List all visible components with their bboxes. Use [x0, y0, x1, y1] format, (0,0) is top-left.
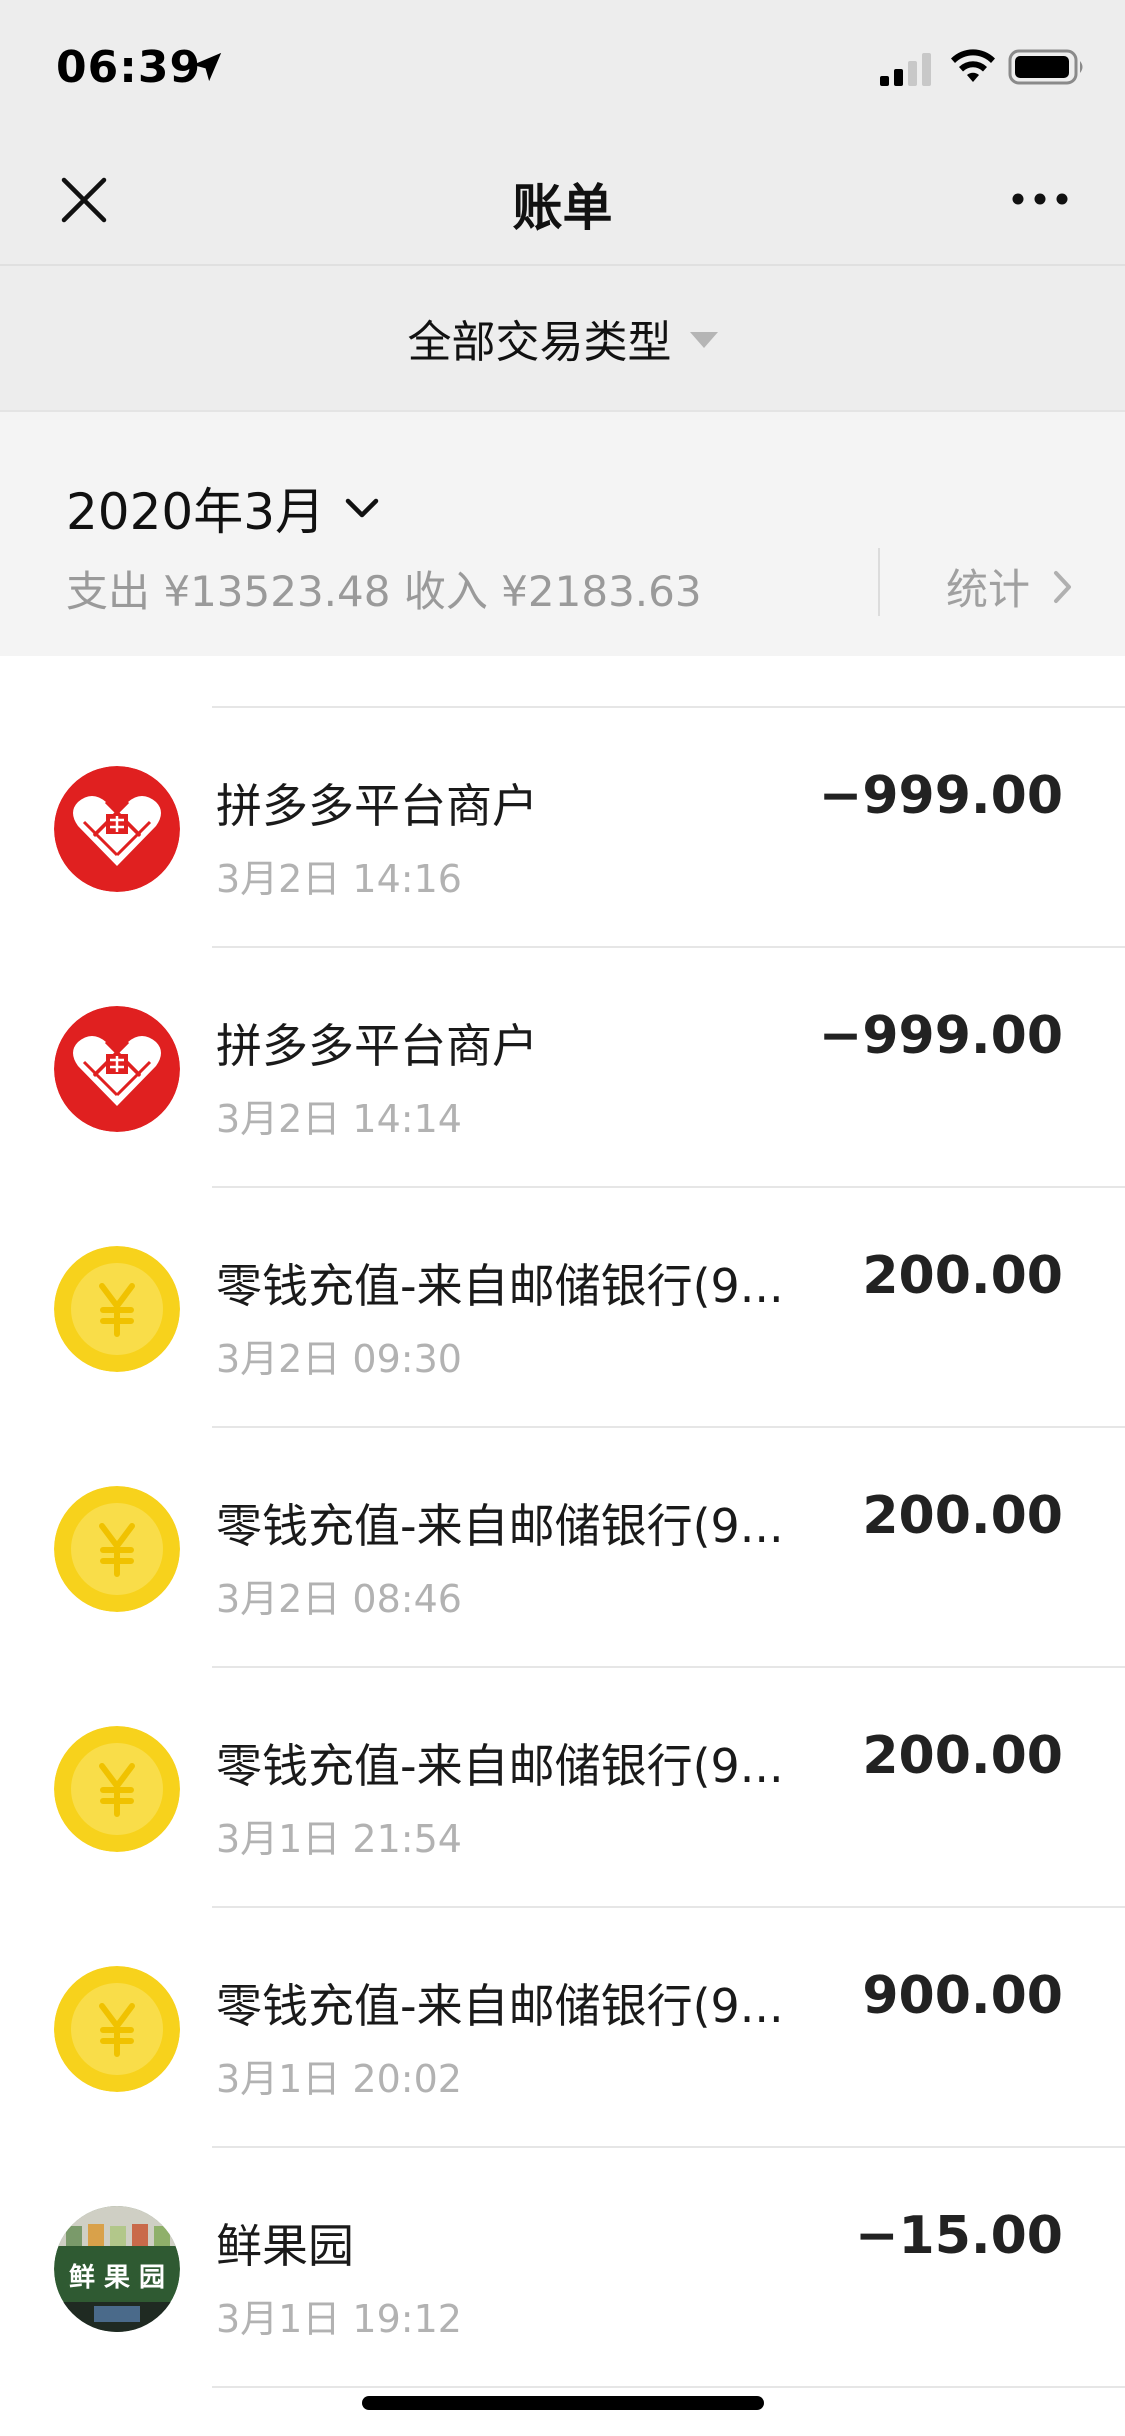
transaction-type-filter[interactable]: 全部交易类型	[0, 264, 1125, 412]
home-indicator[interactable]	[362, 2396, 764, 2410]
transaction-amount: 900.00	[862, 1966, 1063, 2026]
statistics-link[interactable]: 统计	[946, 556, 1072, 617]
transaction-row[interactable]: 零钱充值-来自邮储银行(9... 3月2日 09:30 200.00	[0, 1188, 1125, 1428]
transaction-title: 零钱充值-来自邮储银行(9...	[216, 1259, 784, 1313]
transaction-time: 3月2日 14:16	[216, 857, 462, 901]
transaction-row[interactable]: 拼多多平台商户 3月2日 14:16 −999.00	[0, 708, 1125, 948]
transaction-title: 零钱充值-来自邮储银行(9...	[216, 1499, 784, 1553]
transaction-time: 3月1日 21:54	[216, 1817, 462, 1861]
location-arrow-icon	[192, 52, 222, 82]
transaction-time: 3月1日 19:12	[216, 2297, 462, 2341]
chevron-down-icon	[345, 498, 379, 518]
transaction-amount: 200.00	[862, 1486, 1063, 1546]
transaction-row[interactable]: 鲜 果 园 鲜果园 3月1日 19:12 −15.00	[0, 2148, 1125, 2388]
caret-down-icon	[689, 332, 718, 348]
yuan-coin-icon	[54, 1486, 180, 1612]
transaction-title: 零钱充值-来自邮储银行(9...	[216, 1739, 784, 1793]
transaction-amount: −15.00	[854, 2206, 1063, 2266]
transaction-amount: 200.00	[862, 1726, 1063, 1786]
pinduoduo-logo-icon	[54, 1006, 180, 1132]
transaction-time: 3月2日 08:46	[216, 1577, 462, 1621]
month-selector[interactable]: 2020年3月	[66, 472, 379, 544]
bill-screen: 06:39 账单 全部交易类型 2020年3月 支出 ¥13523.48 收入 …	[0, 0, 1125, 2436]
status-bar: 06:39	[0, 0, 1125, 132]
transaction-time: 3月2日 09:30	[216, 1337, 462, 1381]
divider	[878, 548, 880, 616]
expense-income-summary: 支出 ¥13523.48 收入 ¥2183.63	[66, 567, 702, 616]
store-avatar-icon: 鲜 果 园	[54, 2206, 180, 2332]
transaction-row[interactable]: 拼多多平台商户 3月2日 14:14 −999.00	[0, 948, 1125, 1188]
transaction-time: 3月1日 20:02	[216, 2057, 462, 2101]
month-label: 2020年3月	[66, 483, 326, 541]
transaction-title: 零钱充值-来自邮储银行(9...	[216, 1979, 784, 2033]
transaction-row[interactable]: 零钱充值-来自邮储银行(9... 3月1日 20:02 900.00	[0, 1908, 1125, 2148]
transaction-amount: 200.00	[862, 1246, 1063, 1306]
filter-label: 全部交易类型	[407, 317, 672, 368]
transaction-amount: −999.00	[818, 766, 1063, 826]
wifi-icon	[951, 49, 995, 82]
page-title: 账单	[512, 179, 613, 237]
transaction-row[interactable]: 零钱充值-来自邮储银行(9... 3月1日 21:54 200.00	[0, 1668, 1125, 1908]
pinduoduo-logo-icon	[54, 766, 180, 892]
transaction-time: 3月2日 14:14	[216, 1097, 462, 1141]
transaction-title: 拼多多平台商户	[216, 1019, 538, 1073]
yuan-coin-icon	[54, 1966, 180, 2092]
transaction-title: 鲜果园	[216, 2219, 354, 2273]
transaction-row[interactable]: 零钱充值-来自邮储银行(9... 3月2日 08:46 200.00	[0, 1428, 1125, 1668]
transaction-title: 拼多多平台商户	[216, 779, 538, 833]
signal-icon	[880, 53, 931, 86]
month-summary: 2020年3月 支出 ¥13523.48 收入 ¥2183.63 统计	[0, 412, 1125, 656]
yuan-coin-icon	[54, 1726, 180, 1852]
more-icon[interactable]	[1010, 184, 1070, 214]
battery-icon	[1008, 49, 1083, 85]
store-avatar-text: 鲜 果 园	[69, 2263, 165, 2293]
status-time: 06:39	[56, 42, 202, 93]
transaction-amount: −999.00	[818, 1006, 1063, 1066]
yuan-coin-icon	[54, 1246, 180, 1372]
chevron-right-icon	[1054, 570, 1072, 603]
nav-bar: 账单	[0, 132, 1125, 264]
divider	[212, 2386, 1125, 2388]
statistics-label: 统计	[946, 565, 1031, 614]
